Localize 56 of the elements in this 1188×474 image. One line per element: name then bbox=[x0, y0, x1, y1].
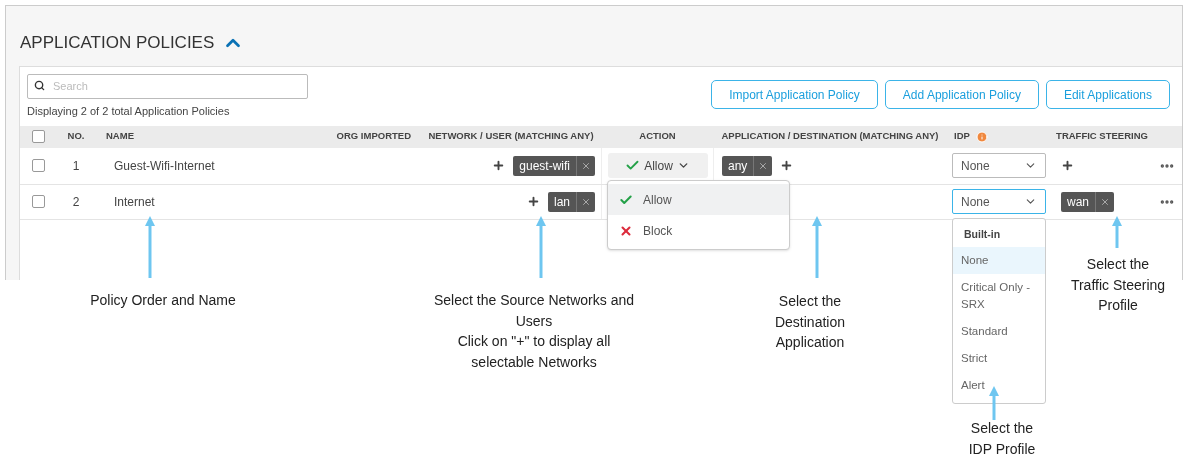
idp-select[interactable]: None bbox=[952, 153, 1046, 178]
checkbox[interactable] bbox=[32, 130, 45, 143]
remove-icon[interactable] bbox=[1100, 196, 1110, 207]
row-number: 2 bbox=[72, 193, 80, 211]
annotation-text: Select the Source Networks and Users Click on "+" to display all selectable Networks bbox=[433, 291, 635, 372]
checkbox[interactable] bbox=[32, 195, 45, 208]
annotation-text: Policy Order and Name bbox=[89, 291, 237, 310]
tag-chip[interactable]: guest-wifi bbox=[513, 155, 595, 176]
column-header: NAME bbox=[106, 130, 134, 142]
column-header: ACTION bbox=[639, 130, 676, 142]
cross-icon bbox=[619, 223, 633, 238]
menu-group-label: Built-in bbox=[963, 227, 1002, 243]
idp-select[interactable]: None bbox=[952, 189, 1046, 214]
arrow-up-icon bbox=[989, 386, 999, 420]
add-icon[interactable] bbox=[492, 159, 506, 172]
policy-name: Guest-Wifi-Internet bbox=[114, 158, 215, 173]
add-icon[interactable] bbox=[780, 159, 794, 172]
add-icon[interactable] bbox=[1061, 159, 1074, 172]
remove-icon[interactable] bbox=[581, 196, 591, 207]
arrow-up-icon bbox=[812, 216, 822, 278]
column-header: NETWORK / USER (MATCHING ANY) bbox=[428, 130, 594, 142]
summary-text: Displaying 2 of 2 total Application Policies bbox=[27, 104, 231, 119]
column-header: APPLICATION / DESTINATION (MATCHING ANY) bbox=[721, 130, 939, 142]
tag-chip[interactable]: lan bbox=[548, 191, 595, 212]
menu-item[interactable]: None bbox=[953, 247, 1045, 274]
column-header: TRAFFIC STEERING bbox=[1056, 130, 1148, 142]
info-icon[interactable] bbox=[975, 130, 988, 143]
policy-name: Internet bbox=[114, 194, 155, 209]
remove-icon[interactable] bbox=[581, 160, 591, 171]
tag-chip[interactable]: any bbox=[722, 155, 773, 176]
arrow-up-icon bbox=[145, 216, 155, 278]
column-header: IDP bbox=[954, 129, 970, 144]
menu-item[interactable]: Alert bbox=[953, 372, 1045, 399]
remove-icon[interactable] bbox=[758, 160, 769, 171]
check-icon bbox=[619, 192, 633, 207]
policy-row[interactable]: 1 Guest-Wifi-Internet guest-wifi Allow any None bbox=[20, 147, 1182, 185]
menu-item[interactable]: Critical Only - SRX bbox=[953, 274, 1045, 318]
annotation-text: Select the Destination Application bbox=[773, 292, 846, 352]
add-icon[interactable] bbox=[527, 195, 540, 208]
section-title: APPLICATION POLICIES bbox=[20, 32, 215, 55]
arrow-up-icon bbox=[1112, 216, 1122, 248]
search-field[interactable]: Search bbox=[27, 73, 308, 99]
row-number: 1 bbox=[72, 157, 80, 175]
action-select[interactable]: Allow bbox=[607, 153, 708, 178]
menu-item[interactable]: Strict bbox=[953, 345, 1045, 372]
menu-item[interactable]: Allow bbox=[608, 184, 789, 215]
check-icon bbox=[625, 158, 641, 173]
column-header: ORG IMPORTED bbox=[336, 130, 411, 142]
annotation-text: Select the IDP Profile bbox=[967, 419, 1037, 459]
arrow-up-icon bbox=[536, 216, 546, 278]
checkbox[interactable] bbox=[32, 159, 45, 172]
menu-item[interactable]: Standard bbox=[953, 318, 1045, 345]
tag-chip[interactable]: wan bbox=[1061, 191, 1114, 212]
search-icon bbox=[34, 80, 45, 91]
annotation-text: Select the Traffic Steering Profile bbox=[1069, 255, 1167, 315]
column-header: NO. bbox=[67, 130, 85, 142]
